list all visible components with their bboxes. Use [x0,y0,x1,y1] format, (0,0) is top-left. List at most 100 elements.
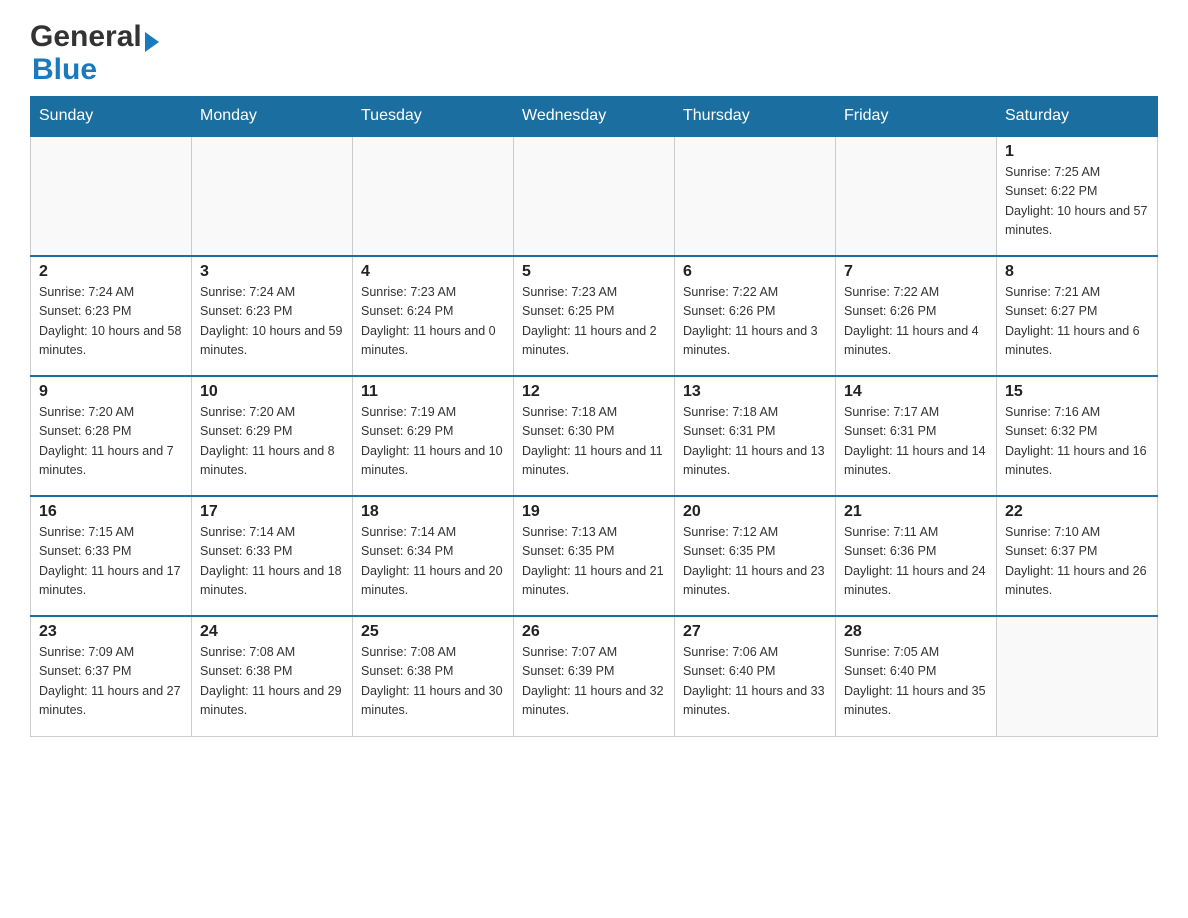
cell-content: 24Sunrise: 7:08 AMSunset: 6:38 PMDayligh… [200,623,344,721]
calendar-cell: 13 Sunrise: 7:18 AMSunset: 6:31 PMDayligh… [675,376,836,496]
day-info: Sunrise: 7:08 AMSunset: 6:38 PMDaylight:… [361,643,505,721]
day-info: Sunrise: 7:14 AMSunset: 6:33 PMDaylight:… [200,523,344,601]
calendar-cell: 4Sunrise: 7:23 AMSunset: 6:24 PMDaylight… [353,256,514,376]
calendar-cell: 5Sunrise: 7:23 AMSunset: 6:25 PMDaylight… [514,256,675,376]
day-number: 16 [39,503,183,521]
day-info: Sunrise: 7:22 AMSunset: 6:26 PMDaylight:… [844,283,988,361]
calendar-cell [514,136,675,256]
day-info: Sunrise: 7:24 AMSunset: 6:23 PMDaylight:… [39,283,183,361]
day-number: 20 [683,503,827,521]
cell-content: 1 Sunrise: 7:25 AMSunset: 6:22 PMDaylight… [1005,143,1149,241]
day-number: 22 [1005,503,1149,521]
weekday-header-row: SundayMondayTuesdayWednesdayThursdayFrid… [31,97,1158,137]
calendar-cell: 20 Sunrise: 7:12 AMSunset: 6:35 PMDayligh… [675,496,836,616]
cell-content: 26Sunrise: 7:07 AMSunset: 6:39 PMDayligh… [522,623,666,721]
cell-content: 21Sunrise: 7:11 AMSunset: 6:36 PMDayligh… [844,503,988,601]
day-number: 27 [683,623,827,641]
day-info: Sunrise: 7:17 AMSunset: 6:31 PMDaylight:… [844,403,988,481]
day-number: 3 [200,263,344,281]
calendar-cell [353,136,514,256]
day-number: 2 [39,263,183,281]
day-number: 15 [1005,383,1149,401]
calendar-cell: 27Sunrise: 7:06 AMSunset: 6:40 PMDayligh… [675,616,836,736]
day-number: 25 [361,623,505,641]
day-info: Sunrise: 7:16 AMSunset: 6:32 PMDaylight:… [1005,403,1149,481]
calendar-cell: 6Sunrise: 7:22 AMSunset: 6:26 PMDaylight… [675,256,836,376]
calendar-cell [675,136,836,256]
calendar-cell: 25 Sunrise: 7:08 AMSunset: 6:38 PMDayligh… [353,616,514,736]
logo-general-text: General [30,20,142,53]
cell-content: 19Sunrise: 7:13 AMSunset: 6:35 PMDayligh… [522,503,666,601]
calendar-cell: 9 Sunrise: 7:20 AMSunset: 6:28 PMDaylight… [31,376,192,496]
day-info: Sunrise: 7:11 AMSunset: 6:36 PMDaylight:… [844,523,988,601]
weekday-header-sunday: Sunday [31,97,192,137]
day-number: 26 [522,623,666,641]
logo: General Blue [30,20,159,86]
cell-content: 16 Sunrise: 7:15 AMSunset: 6:33 PMDayligh… [39,503,183,601]
calendar-cell: 26Sunrise: 7:07 AMSunset: 6:39 PMDayligh… [514,616,675,736]
calendar-table: SundayMondayTuesdayWednesdayThursdayFrid… [30,96,1158,737]
calendar-week-row: 9 Sunrise: 7:20 AMSunset: 6:28 PMDaylight… [31,376,1158,496]
weekday-header-wednesday: Wednesday [514,97,675,137]
cell-content: 15 Sunrise: 7:16 AMSunset: 6:32 PMDayligh… [1005,383,1149,481]
day-info: Sunrise: 7:23 AMSunset: 6:25 PMDaylight:… [522,283,666,361]
day-number: 28 [844,623,988,641]
day-info: Sunrise: 7:18 AMSunset: 6:31 PMDaylight:… [683,403,827,481]
calendar-cell: 3Sunrise: 7:24 AMSunset: 6:23 PMDaylight… [192,256,353,376]
calendar-cell: 19Sunrise: 7:13 AMSunset: 6:35 PMDayligh… [514,496,675,616]
calendar-cell: 11Sunrise: 7:19 AMSunset: 6:29 PMDayligh… [353,376,514,496]
cell-content: 10Sunrise: 7:20 AMSunset: 6:29 PMDayligh… [200,383,344,481]
day-number: 14 [844,383,988,401]
weekday-header-friday: Friday [836,97,997,137]
calendar-cell: 2 Sunrise: 7:24 AMSunset: 6:23 PMDaylight… [31,256,192,376]
day-number: 9 [39,383,183,401]
cell-content: 23 Sunrise: 7:09 AMSunset: 6:37 PMDayligh… [39,623,183,721]
day-number: 13 [683,383,827,401]
day-info: Sunrise: 7:19 AMSunset: 6:29 PMDaylight:… [361,403,505,481]
cell-content: 11Sunrise: 7:19 AMSunset: 6:29 PMDayligh… [361,383,505,481]
day-number: 23 [39,623,183,641]
cell-content: 27Sunrise: 7:06 AMSunset: 6:40 PMDayligh… [683,623,827,721]
cell-content: 20 Sunrise: 7:12 AMSunset: 6:35 PMDayligh… [683,503,827,601]
calendar-cell: 23 Sunrise: 7:09 AMSunset: 6:37 PMDayligh… [31,616,192,736]
day-number: 12 [522,383,666,401]
day-info: Sunrise: 7:20 AMSunset: 6:28 PMDaylight:… [39,403,183,481]
calendar-cell: 15 Sunrise: 7:16 AMSunset: 6:32 PMDayligh… [997,376,1158,496]
calendar-cell: 10Sunrise: 7:20 AMSunset: 6:29 PMDayligh… [192,376,353,496]
calendar-cell: 22Sunrise: 7:10 AMSunset: 6:37 PMDayligh… [997,496,1158,616]
cell-content: 25 Sunrise: 7:08 AMSunset: 6:38 PMDayligh… [361,623,505,721]
calendar-week-row: 1 Sunrise: 7:25 AMSunset: 6:22 PMDaylight… [31,136,1158,256]
day-number: 1 [1005,143,1149,161]
cell-content: 12 Sunrise: 7:18 AMSunset: 6:30 PMDayligh… [522,383,666,481]
day-number: 24 [200,623,344,641]
day-info: Sunrise: 7:18 AMSunset: 6:30 PMDaylight:… [522,403,666,481]
weekday-header-monday: Monday [192,97,353,137]
day-info: Sunrise: 7:12 AMSunset: 6:35 PMDaylight:… [683,523,827,601]
calendar-cell [836,136,997,256]
cell-content: 17 Sunrise: 7:14 AMSunset: 6:33 PMDayligh… [200,503,344,601]
calendar-week-row: 16 Sunrise: 7:15 AMSunset: 6:33 PMDayligh… [31,496,1158,616]
day-info: Sunrise: 7:15 AMSunset: 6:33 PMDaylight:… [39,523,183,601]
cell-content: 4Sunrise: 7:23 AMSunset: 6:24 PMDaylight… [361,263,505,361]
calendar-week-row: 23 Sunrise: 7:09 AMSunset: 6:37 PMDayligh… [31,616,1158,736]
weekday-header-thursday: Thursday [675,97,836,137]
day-info: Sunrise: 7:05 AMSunset: 6:40 PMDaylight:… [844,643,988,721]
day-info: Sunrise: 7:09 AMSunset: 6:37 PMDaylight:… [39,643,183,721]
cell-content: 22Sunrise: 7:10 AMSunset: 6:37 PMDayligh… [1005,503,1149,601]
cell-content: 8Sunrise: 7:21 AMSunset: 6:27 PMDaylight… [1005,263,1149,361]
calendar-cell: 24Sunrise: 7:08 AMSunset: 6:38 PMDayligh… [192,616,353,736]
day-info: Sunrise: 7:23 AMSunset: 6:24 PMDaylight:… [361,283,505,361]
cell-content: 13 Sunrise: 7:18 AMSunset: 6:31 PMDayligh… [683,383,827,481]
calendar-cell [31,136,192,256]
calendar-cell: 12 Sunrise: 7:18 AMSunset: 6:30 PMDayligh… [514,376,675,496]
calendar-cell: 7Sunrise: 7:22 AMSunset: 6:26 PMDaylight… [836,256,997,376]
calendar-week-row: 2 Sunrise: 7:24 AMSunset: 6:23 PMDaylight… [31,256,1158,376]
day-info: Sunrise: 7:14 AMSunset: 6:34 PMDaylight:… [361,523,505,601]
day-number: 17 [200,503,344,521]
day-info: Sunrise: 7:13 AMSunset: 6:35 PMDaylight:… [522,523,666,601]
day-info: Sunrise: 7:25 AMSunset: 6:22 PMDaylight:… [1005,163,1149,241]
calendar-cell: 28 Sunrise: 7:05 AMSunset: 6:40 PMDayligh… [836,616,997,736]
logo-arrow-icon [145,32,159,52]
day-number: 18 [361,503,505,521]
day-number: 6 [683,263,827,281]
